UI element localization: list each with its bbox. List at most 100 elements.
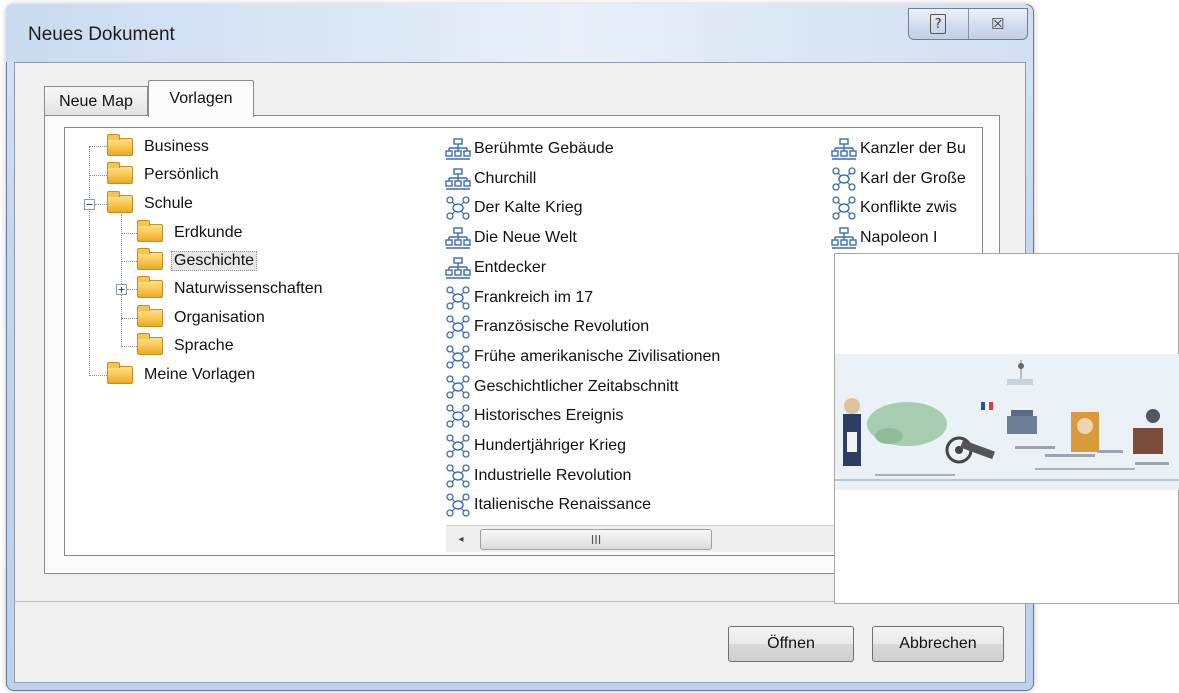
template-item[interactable]: Kanzler der Bu xyxy=(831,135,966,163)
tree-item-label: Geschichte xyxy=(171,251,258,271)
close-button[interactable]: ☒ xyxy=(967,9,1028,39)
template-item[interactable]: Französische Revolution xyxy=(445,313,649,341)
folder-icon xyxy=(107,362,133,384)
folder-icon xyxy=(137,333,163,355)
template-item-label: Die Neue Welt xyxy=(474,229,577,247)
org-chart-icon xyxy=(831,137,860,161)
mind-map-icon xyxy=(445,464,474,488)
template-item-label: Frankreich im 17 xyxy=(474,288,594,306)
tree-line xyxy=(127,289,137,290)
tree-item-label: Organisation xyxy=(174,309,265,326)
tree-item-persoenlich[interactable]: Persönlich xyxy=(107,162,222,188)
expand-toggle-icon[interactable]: + xyxy=(116,284,127,295)
collapse-toggle-icon[interactable]: − xyxy=(84,199,95,210)
tree-item-schule[interactable]: Schule xyxy=(107,191,196,217)
template-item[interactable]: Die Neue Welt xyxy=(445,224,577,252)
org-chart-icon xyxy=(445,167,474,191)
template-item[interactable]: Konflikte zwis xyxy=(831,194,957,222)
folder-icon xyxy=(107,162,133,184)
mind-map-icon xyxy=(445,196,474,221)
template-item[interactable]: Hundertjähriger Krieg xyxy=(445,432,626,460)
cancel-button[interactable]: Abbrechen xyxy=(872,626,1004,662)
template-item-label: Karl der Große xyxy=(860,169,966,187)
mind-map-icon xyxy=(445,434,474,458)
mind-map-icon xyxy=(445,315,474,339)
caption-buttons: ? ☒ xyxy=(908,8,1028,40)
template-item[interactable]: Karl der Große xyxy=(831,165,966,193)
napoleon-timeline-thumbnail xyxy=(835,354,1179,490)
tree-line xyxy=(89,146,107,147)
folder-icon xyxy=(107,134,133,156)
template-item-label: Entdecker xyxy=(474,258,547,276)
template-item-label: Berühmte Gebäude xyxy=(474,140,614,157)
template-item[interactable]: Napoleon I xyxy=(831,224,937,252)
mind-map-icon xyxy=(445,493,474,518)
tree-line xyxy=(95,204,107,205)
tree-line xyxy=(121,318,137,319)
template-item-label: Konflikte zwis xyxy=(860,199,957,217)
tree-line xyxy=(89,175,107,176)
template-item[interactable]: Frühe amerikanische Zivilisationen xyxy=(445,343,720,371)
tree-line xyxy=(89,375,107,376)
folder-icon xyxy=(137,220,163,242)
org-chart-icon xyxy=(831,226,860,250)
template-item-label: Italienische Renaissance xyxy=(474,496,651,514)
tab-label: Vorlagen xyxy=(169,90,233,107)
open-button-label: Öffnen xyxy=(767,635,815,652)
tab-vorlagen[interactable]: Vorlagen xyxy=(148,80,254,117)
scroll-left-arrow-icon[interactable]: ◂ xyxy=(449,529,473,549)
tab-neue-map[interactable]: Neue Map xyxy=(44,86,148,116)
template-item[interactable]: Industrielle Revolution xyxy=(445,462,631,490)
template-item-label: Der Kalte Krieg xyxy=(474,199,583,217)
org-chart-icon xyxy=(445,137,474,161)
template-item-label: Frühe amerikanische Zivilisationen xyxy=(474,347,721,365)
tree-line xyxy=(121,233,137,234)
tree-item-meine-vorlagen[interactable]: Meine Vorlagen xyxy=(107,362,258,388)
help-button[interactable]: ? xyxy=(909,9,968,39)
mind-map-icon xyxy=(445,374,474,399)
org-chart-icon xyxy=(445,256,474,280)
mind-map-icon xyxy=(445,285,474,310)
open-button[interactable]: Öffnen xyxy=(728,626,854,662)
tree-item-label: Meine Vorlagen xyxy=(144,366,256,383)
cancel-button-label: Abbrechen xyxy=(899,635,977,652)
template-item[interactable]: Geschichtlicher Zeitabschnitt xyxy=(445,373,679,401)
folder-open-icon xyxy=(107,191,133,213)
template-item[interactable]: Frankreich im 17 xyxy=(445,284,593,312)
mind-map-icon xyxy=(445,404,474,428)
template-item[interactable]: Der Kalte Krieg xyxy=(445,194,583,222)
tree-item-sprache[interactable]: Sprache xyxy=(137,333,237,359)
tree-item-naturwissenschaften[interactable]: Naturwissenschaften xyxy=(137,276,326,302)
tree-line xyxy=(89,146,90,376)
tree-item-label: Business xyxy=(144,138,209,155)
title-bar[interactable]: Neues Dokument ? ☒ xyxy=(6,4,1032,62)
template-item-label: Industrielle Revolution xyxy=(474,466,632,484)
org-chart-icon xyxy=(445,226,474,250)
tree-item-label: Schule xyxy=(144,195,193,212)
mind-map-icon xyxy=(831,167,860,191)
folder-icon xyxy=(137,276,163,298)
tree-item-business[interactable]: Business xyxy=(107,134,212,160)
scroll-thumb[interactable]: III xyxy=(480,529,712,550)
template-item-label: Kanzler der Bu xyxy=(860,140,966,157)
tree-line xyxy=(121,346,137,347)
template-item[interactable]: Berühmte Gebäude xyxy=(445,135,614,163)
template-item[interactable]: Entdecker xyxy=(445,254,546,282)
template-item-label: Französische Revolution xyxy=(474,318,650,336)
template-item[interactable]: Italienische Renaissance xyxy=(445,491,651,519)
tab-label: Neue Map xyxy=(59,92,133,110)
mind-map-icon xyxy=(831,196,860,221)
template-item[interactable]: Churchill xyxy=(445,165,536,193)
template-item-label: Geschichtlicher Zeitabschnitt xyxy=(474,377,679,395)
tree-item-organisation[interactable]: Organisation xyxy=(137,305,268,331)
template-item-label: Churchill xyxy=(474,169,537,187)
tree-item-erdkunde[interactable]: Erdkunde xyxy=(137,220,246,246)
tree-item-label: Persönlich xyxy=(144,166,219,183)
folder-icon xyxy=(137,305,163,327)
template-item-label: Napoleon I xyxy=(860,229,938,247)
tree-line xyxy=(121,261,137,262)
template-item[interactable]: Historisches Ereignis xyxy=(445,402,623,430)
tree-item-geschichte[interactable]: Geschichte xyxy=(137,248,258,274)
mind-map-icon xyxy=(445,345,474,369)
tree-item-label: Erdkunde xyxy=(174,224,243,241)
